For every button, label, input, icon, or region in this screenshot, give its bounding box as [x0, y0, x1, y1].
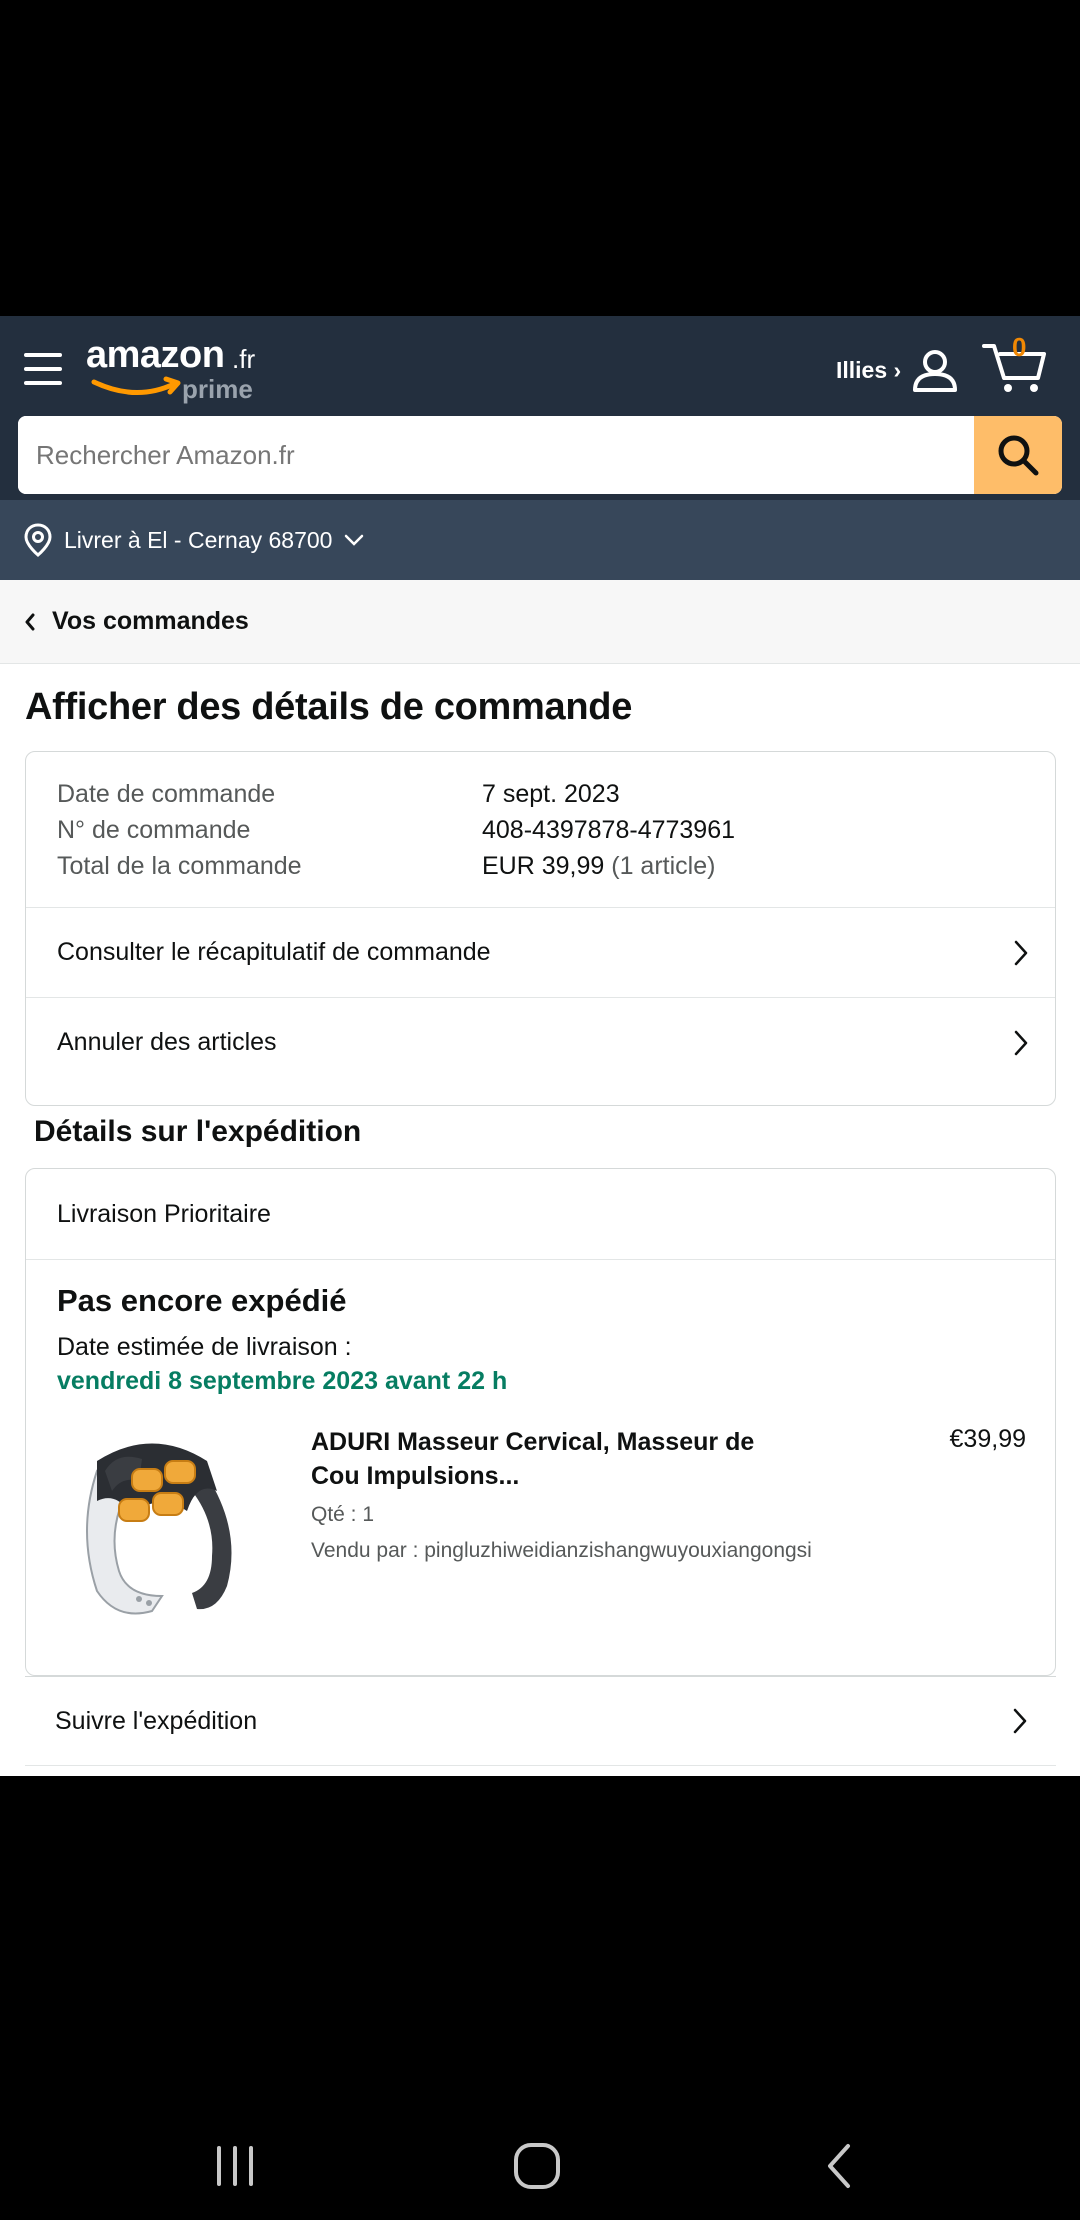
link-label: Consulter le récapitulatif de commande — [57, 938, 491, 966]
back-button[interactable] — [800, 2126, 880, 2206]
deliver-to-label: Livrer à El - Cernay 68700 — [64, 526, 333, 553]
chevron-right-icon — [1014, 1030, 1028, 1055]
order-date-row: Date de commande 7 sept. 2023 — [57, 776, 1017, 812]
user-icon — [913, 350, 958, 392]
shipping-section-title: Détails sur l'expédition — [34, 1115, 362, 1148]
chevron-left-icon — [25, 613, 35, 630]
chevron-down-icon — [345, 534, 364, 546]
product-quantity: Qté : 1 — [311, 1503, 375, 1526]
chevron-right-icon — [1014, 940, 1028, 965]
back-link-label: Vos commandes — [52, 607, 249, 635]
product-image[interactable] — [57, 1421, 257, 1631]
shipment-card: Livraison Prioritaire Pas encore expédié… — [25, 1168, 1056, 1676]
chevron-right-icon — [1013, 1708, 1027, 1734]
logo-word: amazon — [86, 334, 225, 376]
account-name: Illies › — [836, 356, 902, 383]
shipping-method: Livraison Prioritaire — [57, 1199, 271, 1228]
home-button[interactable] — [497, 2126, 577, 2206]
recent-apps-button[interactable] — [195, 2126, 275, 2206]
system-navigation-bar — [0, 1776, 1080, 2220]
cart-count: 0 — [1012, 332, 1027, 362]
top-header: amazon .fr prime Illies › 0 — [0, 316, 1080, 500]
order-total-row: Total de la commande EUR 39,99 (1 articl… — [57, 848, 1017, 884]
cancel-items-link[interactable]: Annuler des articles — [26, 997, 1055, 1087]
order-number-value: 408-4397878-4773961 — [482, 815, 736, 844]
search-input[interactable] — [18, 416, 974, 494]
search-icon — [998, 435, 1039, 476]
home-icon — [514, 2143, 560, 2189]
product-seller: Vendu par : pingluzhiweidianzishangwuyou… — [311, 1539, 812, 1562]
menu-icon[interactable] — [24, 350, 62, 388]
account-button[interactable]: Illies › — [836, 346, 959, 394]
recent-apps-icon — [217, 2146, 253, 2186]
status-area — [0, 0, 1080, 316]
order-total-amount: EUR 39,99 — [482, 851, 605, 880]
shipment-status: Pas encore expédié — [57, 1283, 347, 1318]
deliver-to-bar[interactable]: Livrer à El - Cernay 68700 — [0, 500, 1080, 580]
order-date-value: 7 sept. 2023 — [482, 779, 620, 808]
order-total-value: EUR 39,99 (1 article) — [482, 852, 715, 881]
info-label: N° de commande — [57, 815, 251, 844]
product-price: €39,99 — [949, 1425, 1026, 1453]
back-icon — [828, 2144, 850, 2188]
cart-button[interactable]: 0 — [982, 332, 1048, 394]
amazon-prime-logo[interactable]: amazon .fr prime — [86, 334, 276, 404]
breadcrumb[interactable]: Vos commandes — [0, 580, 1080, 664]
page-title: Afficher des détails de commande — [25, 686, 633, 728]
logo-prime: prime — [182, 374, 253, 404]
info-label: Total de la commande — [57, 851, 302, 880]
order-info: Date de commande 7 sept. 2023 N° de comm… — [57, 776, 1017, 884]
view-order-summary-link[interactable]: Consulter le récapitulatif de commande — [26, 907, 1055, 997]
link-label: Annuler des articles — [57, 1028, 277, 1056]
location-pin-icon — [24, 523, 52, 557]
logo-suffix: .fr — [232, 344, 256, 374]
order-number-row: N° de commande 408-4397878-4773961 — [57, 812, 1017, 848]
search-bar — [18, 416, 1062, 494]
order-item-count: (1 article) — [611, 851, 716, 880]
search-button[interactable] — [974, 416, 1062, 494]
delivery-estimate-date: vendredi 8 septembre 2023 avant 22 h — [57, 1367, 508, 1395]
track-shipment-link[interactable]: Suivre l'expédition — [25, 1676, 1056, 1766]
link-label: Suivre l'expédition — [55, 1706, 258, 1735]
amazon-app: amazon .fr prime Illies › 0 Rechercher A… — [0, 316, 1080, 1776]
info-label: Date de commande — [57, 779, 276, 808]
smile-arrow-icon — [91, 376, 181, 395]
delivery-estimate-label: Date estimée de livraison : — [57, 1333, 352, 1361]
product-title[interactable]: ADURI Masseur Cervical, Masseur de Cou I… — [311, 1425, 791, 1493]
order-summary-card: Date de commande 7 sept. 2023 N° de comm… — [25, 751, 1056, 1106]
divider — [26, 1259, 1055, 1260]
